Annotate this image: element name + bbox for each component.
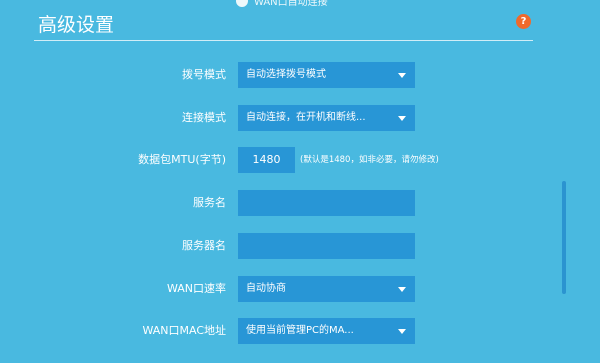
mtu-label: 数据包MTU(字节) [138,153,226,166]
wan-speed-row: WAN口速率 自动协商 [0,276,600,302]
server-name-input[interactable] [238,233,415,259]
mtu-row: 数据包MTU(字节) 1480 (默认是1480，如非必要，请勿修改) [0,147,600,173]
dropdown-caret-icon [398,287,406,292]
wan-auto-connect-option[interactable]: WAN口自动连接 [236,0,328,8]
service-name-label: 服务名 [193,196,226,209]
question-icon[interactable]: ? [516,14,531,29]
service-name-input[interactable] [238,190,415,216]
server-name-row: 服务器名 [0,233,600,259]
dropdown-caret-icon [398,329,406,334]
wan-speed-value: 自动协商 [246,283,286,294]
section-title: 高级设置 [38,14,115,36]
wan-mac-select[interactable]: 使用当前管理PC的MA... [238,318,415,344]
dial-mode-value: 自动选择拨号模式 [246,69,326,80]
title-divider [34,40,533,41]
dial-mode-row: 拨号模式 自动选择拨号模式 [0,62,600,88]
connect-mode-label: 连接模式 [182,111,226,124]
wan-speed-label: WAN口速率 [166,282,226,295]
dial-mode-label: 拨号模式 [182,68,226,81]
dropdown-caret-icon [398,116,406,121]
dial-mode-select[interactable]: 自动选择拨号模式 [238,62,415,88]
connect-mode-select[interactable]: 自动连接，在开机和断线... [238,105,415,131]
vertical-scrollbar[interactable] [562,181,566,294]
wan-speed-select[interactable]: 自动协商 [238,276,415,302]
dropdown-caret-icon [398,73,406,78]
wan-mac-row: WAN口MAC地址 使用当前管理PC的MA... [0,318,600,344]
wan-mac-value: 使用当前管理PC的MA... [246,325,354,336]
mtu-input[interactable]: 1480 [238,147,295,173]
connect-mode-row: 连接模式 自动连接，在开机和断线... [0,105,600,131]
connect-mode-value: 自动连接，在开机和断线... [246,112,366,123]
server-name-label: 服务器名 [182,239,226,252]
radio-icon[interactable] [236,0,248,7]
wan-auto-connect-label: WAN口自动连接 [254,0,328,8]
service-name-row: 服务名 [0,190,600,216]
mtu-hint: (默认是1480，如非必要，请勿修改) [300,155,439,165]
wan-mac-label: WAN口MAC地址 [142,324,226,337]
